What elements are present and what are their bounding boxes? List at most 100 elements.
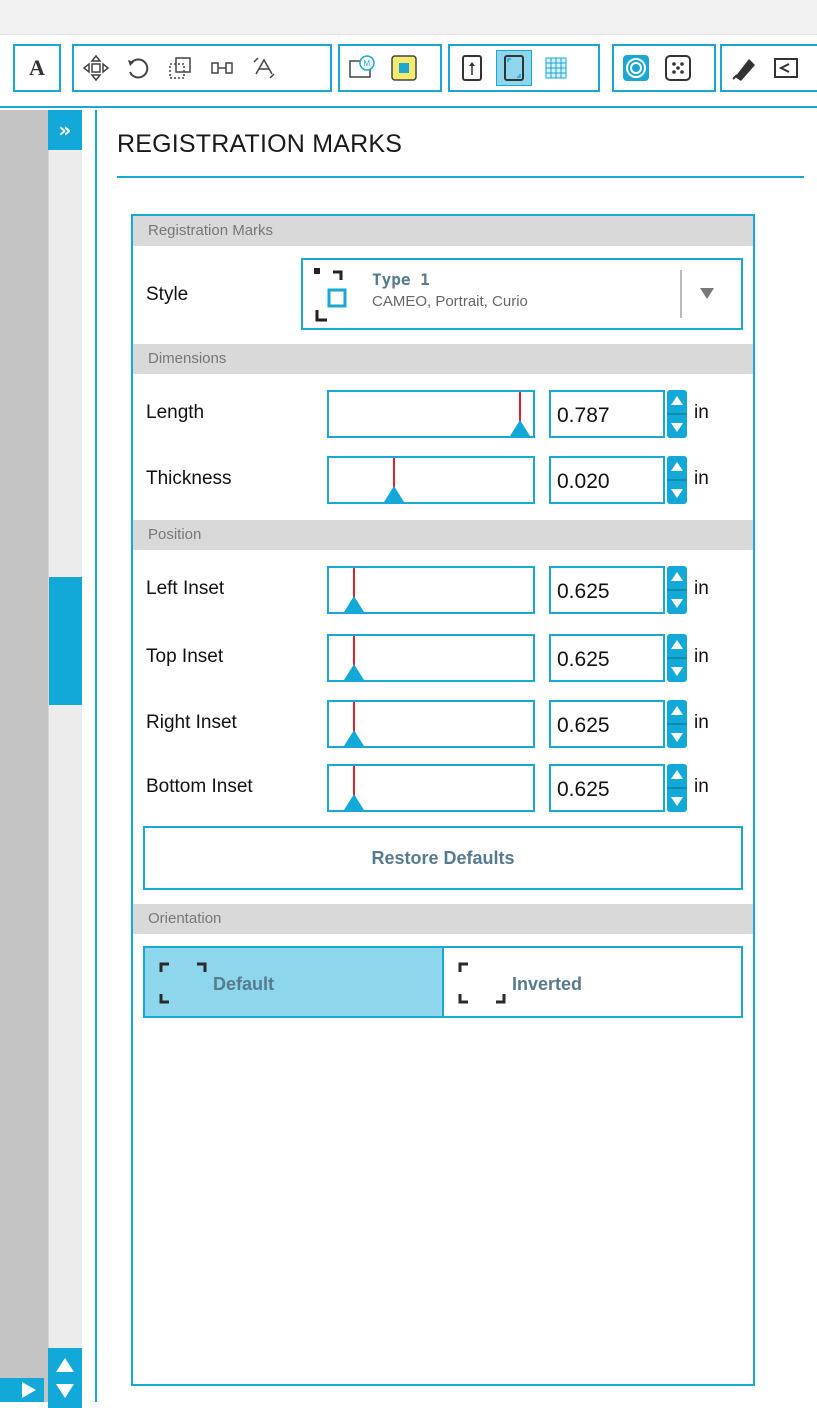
- slider-thumb-icon[interactable]: [384, 486, 404, 502]
- slider-marker: [519, 392, 521, 422]
- stepper-up-icon[interactable]: [671, 770, 683, 779]
- send-icon: [774, 58, 798, 78]
- toolbar-group-trace: [612, 44, 716, 92]
- length-stepper[interactable]: [667, 390, 687, 438]
- bottom-inset-slider[interactable]: [327, 764, 535, 812]
- stepper-up-icon[interactable]: [671, 640, 683, 649]
- scroll-down-button[interactable]: [48, 1374, 82, 1408]
- right-inset-label: Right Inset: [146, 712, 237, 733]
- stepper-down-icon[interactable]: [671, 797, 683, 806]
- triangle-up-icon: [56, 1358, 74, 1372]
- scale-button[interactable]: [162, 50, 198, 86]
- right-inset-stepper[interactable]: [667, 700, 687, 748]
- replicate-icon: [253, 57, 275, 79]
- thickness-input[interactable]: 0.020: [549, 456, 665, 504]
- restore-defaults-button[interactable]: Restore Defaults: [143, 826, 743, 890]
- panel-divider: [95, 110, 97, 1402]
- send-button[interactable]: [768, 50, 804, 86]
- right-inset-slider[interactable]: [327, 700, 535, 748]
- pixscan-button[interactable]: [660, 50, 696, 86]
- collapse-left-button[interactable]: [0, 1378, 44, 1402]
- thickness-stepper[interactable]: [667, 456, 687, 504]
- stepper-up-icon[interactable]: [671, 462, 683, 471]
- stepper-down-icon[interactable]: [671, 733, 683, 742]
- dropdown-arrow-icon: [700, 288, 714, 299]
- scrollbar-track[interactable]: [48, 150, 82, 1350]
- trace-button[interactable]: [618, 50, 654, 86]
- trace-icon: [623, 55, 649, 81]
- page-setup-button[interactable]: [454, 50, 490, 86]
- slider-marker: [353, 568, 355, 598]
- svg-text:M: M: [364, 59, 371, 68]
- media-button[interactable]: M: [344, 50, 380, 86]
- section-header-position: Position: [133, 520, 753, 550]
- orientation-inverted-button[interactable]: Inverted: [444, 948, 741, 1016]
- registration-marks-button[interactable]: [496, 50, 532, 86]
- slider-marker: [393, 458, 395, 488]
- slider-marker: [353, 636, 355, 666]
- stepper-down-icon[interactable]: [671, 599, 683, 608]
- slider-thumb-icon[interactable]: [510, 420, 530, 436]
- bottom-inset-input[interactable]: 0.625: [549, 764, 665, 812]
- grid-button[interactable]: [538, 50, 574, 86]
- length-slider[interactable]: [327, 390, 535, 438]
- style-dropdown[interactable]: Type 1 CAMEO, Portrait, Curio: [301, 258, 743, 330]
- left-inset-stepper[interactable]: [667, 566, 687, 614]
- style-label: Style: [146, 284, 189, 305]
- orientation-default-button[interactable]: Default: [145, 948, 444, 1016]
- toolbar-group-text: A: [13, 44, 61, 92]
- double-chevron-right-icon: »: [58, 118, 72, 142]
- section-header-orientation: Orientation: [133, 904, 753, 934]
- toolbar-underline: [0, 106, 817, 108]
- slider-thumb-icon[interactable]: [344, 730, 364, 746]
- expand-panel-button[interactable]: »: [48, 110, 82, 150]
- left-inset-input[interactable]: 0.625: [549, 566, 665, 614]
- style-type-devices: CAMEO, Portrait, Curio: [372, 293, 528, 310]
- stepper-up-icon[interactable]: [671, 572, 683, 581]
- scrollbar-thumb[interactable]: [49, 577, 82, 705]
- panel-title: REGISTRATION MARKS: [117, 130, 403, 158]
- top-inset-label: Top Inset: [146, 646, 224, 667]
- align-button[interactable]: [204, 50, 240, 86]
- thickness-label: Thickness: [146, 468, 232, 489]
- bottom-inset-label: Bottom Inset: [146, 776, 253, 797]
- left-inset-slider[interactable]: [327, 566, 535, 614]
- top-inset-stepper[interactable]: [667, 634, 687, 682]
- grid-icon: [545, 57, 567, 79]
- orientation-toggle: Default Inverted: [143, 946, 743, 1018]
- length-unit: in: [694, 402, 709, 423]
- media-icon: M: [349, 55, 375, 78]
- stepper-down-icon[interactable]: [671, 489, 683, 498]
- stepper-down-icon[interactable]: [671, 667, 683, 676]
- toolbar-group-page: [448, 44, 600, 92]
- slider-thumb-icon[interactable]: [344, 794, 364, 810]
- slider-thumb-icon[interactable]: [344, 664, 364, 680]
- left-inset-label: Left Inset: [146, 578, 225, 599]
- slider-marker: [353, 766, 355, 796]
- stepper-up-icon[interactable]: [671, 706, 683, 715]
- top-inset-input[interactable]: 0.625: [549, 634, 665, 682]
- right-inset-unit: in: [694, 712, 709, 733]
- stepper-up-icon[interactable]: [671, 396, 683, 405]
- stepper-down-icon[interactable]: [671, 423, 683, 432]
- replicate-button[interactable]: [246, 50, 282, 86]
- side-gutter: [0, 110, 48, 1402]
- thickness-slider[interactable]: [327, 456, 535, 504]
- top-inset-slider[interactable]: [327, 634, 535, 682]
- move-button[interactable]: [78, 50, 114, 86]
- slider-thumb-icon[interactable]: [344, 596, 364, 612]
- right-inset-input[interactable]: 0.625: [549, 700, 665, 748]
- fill-button[interactable]: [386, 50, 422, 86]
- orientation-default-icon: [159, 962, 207, 1004]
- thickness-unit: in: [694, 468, 709, 489]
- cut-settings-button[interactable]: [726, 50, 762, 86]
- text-tool-button[interactable]: A: [19, 50, 55, 86]
- fill-icon: [391, 55, 417, 81]
- move-icon: [82, 54, 110, 82]
- length-input[interactable]: 0.787: [549, 390, 665, 438]
- toolbar-group-transform: [72, 44, 332, 92]
- rotate-button[interactable]: [120, 50, 156, 86]
- bottom-inset-stepper[interactable]: [667, 764, 687, 812]
- triangle-down-icon: [56, 1384, 74, 1398]
- toolbar-group-send: [720, 44, 817, 92]
